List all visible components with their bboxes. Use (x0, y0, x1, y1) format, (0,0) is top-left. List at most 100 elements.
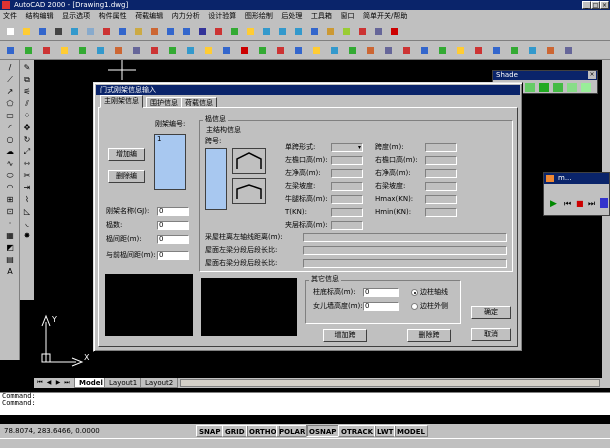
cancel-button[interactable]: 取消 (471, 328, 511, 341)
grid-toggle[interactable]: GRID (222, 425, 248, 437)
right-beam-ratio-field[interactable] (303, 259, 507, 268)
ortho-toggle[interactable]: ORTHO (246, 425, 280, 437)
hatch-icon[interactable]: ▦ (4, 230, 16, 241)
snow-load-icon[interactable] (184, 44, 197, 57)
spline-icon[interactable]: ∿ (4, 158, 16, 169)
column-icon[interactable] (40, 44, 53, 57)
calculator-icon[interactable] (372, 25, 385, 38)
hyperlink-icon[interactable] (196, 25, 209, 38)
close-icon[interactable]: × (588, 71, 596, 79)
add-span-button[interactable]: 增加跨 (323, 329, 367, 342)
autocad-app-icon[interactable] (2, 1, 10, 9)
stretch-icon[interactable]: ⇿ (21, 158, 33, 169)
hidden-icon[interactable] (525, 83, 535, 92)
bay-spacing-field[interactable]: 0 (157, 235, 189, 244)
region-icon[interactable]: ◩ (4, 242, 16, 253)
explode-icon[interactable]: ✸ (21, 230, 33, 241)
crane-load-icon[interactable] (202, 44, 215, 57)
first-tab-icon[interactable]: ⏮ (36, 379, 44, 387)
deflection-icon[interactable] (274, 44, 287, 57)
extend-icon[interactable]: ⇥ (21, 182, 33, 193)
zoom-previous-icon[interactable] (292, 25, 305, 38)
menu-design-check[interactable]: 设计验算 (205, 10, 239, 22)
brace-icon[interactable] (76, 44, 89, 57)
wind-load-icon[interactable] (166, 44, 179, 57)
zoom-window-icon[interactable] (276, 25, 289, 38)
gouraud-edges-icon[interactable] (581, 83, 591, 92)
menu-member-props[interactable]: 构件属性 (96, 10, 130, 22)
add-frame-button[interactable]: 增加编 (108, 148, 145, 161)
edge-outer-radio[interactable] (411, 303, 418, 310)
menu-force-analysis[interactable]: 内力分析 (169, 10, 203, 22)
polygon-icon[interactable]: ⬠ (4, 98, 16, 109)
weld-icon[interactable] (400, 44, 413, 57)
edge-axis-radio[interactable] (411, 289, 418, 296)
delete-frame-button[interactable]: 删除编 (108, 170, 145, 183)
mirror-icon[interactable]: ⚟ (21, 86, 33, 97)
markup-icon[interactable] (356, 25, 369, 38)
publish-icon[interactable] (84, 25, 97, 38)
playlist-icon[interactable] (600, 198, 608, 208)
gable-span-option[interactable] (232, 148, 266, 174)
redo-icon[interactable] (180, 25, 193, 38)
arc-icon[interactable]: ◜ (4, 122, 16, 133)
menu-help[interactable]: 简单开关/帮助 (360, 10, 410, 22)
span-form-select[interactable]: ▾ (331, 143, 363, 152)
stress-icon[interactable] (292, 44, 305, 57)
line-color-icon[interactable] (472, 44, 485, 57)
command-window[interactable]: Command: Command: (0, 392, 610, 415)
prev-spacing-field[interactable]: 0 (157, 251, 189, 260)
bolt-icon[interactable] (382, 44, 395, 57)
lineweight-icon[interactable] (508, 44, 521, 57)
hmin-field[interactable] (425, 208, 457, 217)
undo-icon[interactable] (164, 25, 177, 38)
ellipse-icon[interactable]: ⬭ (4, 170, 16, 181)
make-block-icon[interactable]: ⊡ (4, 206, 16, 217)
span-list[interactable] (205, 148, 227, 210)
check-icon[interactable] (256, 44, 269, 57)
left-clear-height-field[interactable] (331, 169, 363, 178)
detail-icon[interactable] (328, 44, 341, 57)
match-properties-icon[interactable] (148, 25, 161, 38)
left-eave-height-field[interactable] (331, 156, 363, 165)
ok-button[interactable]: 确定 (471, 306, 511, 319)
otrack-toggle[interactable]: OTRACK (338, 425, 377, 437)
command-prompt[interactable]: Command: (0, 400, 610, 407)
section-icon[interactable] (112, 44, 125, 57)
print-icon[interactable] (52, 25, 65, 38)
bay-count-field[interactable]: 0 (157, 221, 189, 230)
stop-icon[interactable]: ■ (576, 199, 584, 208)
mtext-icon[interactable]: A (4, 266, 16, 277)
revcloud-icon[interactable]: ☁ (4, 146, 16, 157)
close-icon[interactable]: × (600, 1, 609, 9)
pan-icon[interactable] (244, 25, 257, 38)
list-item[interactable]: 1 (155, 135, 185, 144)
cut-icon[interactable] (100, 25, 113, 38)
tab-layout1[interactable]: Layout1 (104, 378, 143, 388)
prev-tab-icon[interactable]: ◀ (45, 379, 53, 387)
combine-icon[interactable] (220, 44, 233, 57)
menu-file[interactable]: 文件 (0, 10, 20, 22)
osnap-toggle[interactable]: OSNAP (306, 425, 340, 437)
last-tab-icon[interactable]: ⏭ (63, 379, 71, 387)
tab-main-frame[interactable]: 主刚架信息 (100, 95, 143, 108)
print-preview-icon[interactable] (68, 25, 81, 38)
menu-load-edit[interactable]: 荷载编辑 (132, 10, 166, 22)
t-force-field[interactable] (331, 208, 363, 217)
delete-span-button[interactable]: 删除跨 (407, 329, 451, 342)
settings-icon[interactable] (436, 44, 449, 57)
previous-icon[interactable]: ⏮ (564, 199, 571, 209)
menu-window[interactable]: 窗口 (337, 10, 357, 22)
parapet-height-field[interactable]: 0 (363, 302, 399, 311)
analyze-icon[interactable] (238, 44, 251, 57)
right-beam-slope-field[interactable] (425, 182, 457, 191)
menu-display-options[interactable]: 显示选项 (59, 10, 93, 22)
copy-icon[interactable]: ⧉ (21, 74, 33, 85)
menu-struct-edit[interactable]: 结构编辑 (23, 10, 57, 22)
tab-model[interactable]: Model (74, 378, 108, 388)
horizontal-scrollbar[interactable] (180, 379, 600, 387)
zoom-realtime-icon[interactable] (260, 25, 273, 38)
next-tab-icon[interactable]: ▶ (54, 379, 62, 387)
tool-palettes-icon[interactable] (340, 25, 353, 38)
hmax-field[interactable] (425, 195, 457, 204)
